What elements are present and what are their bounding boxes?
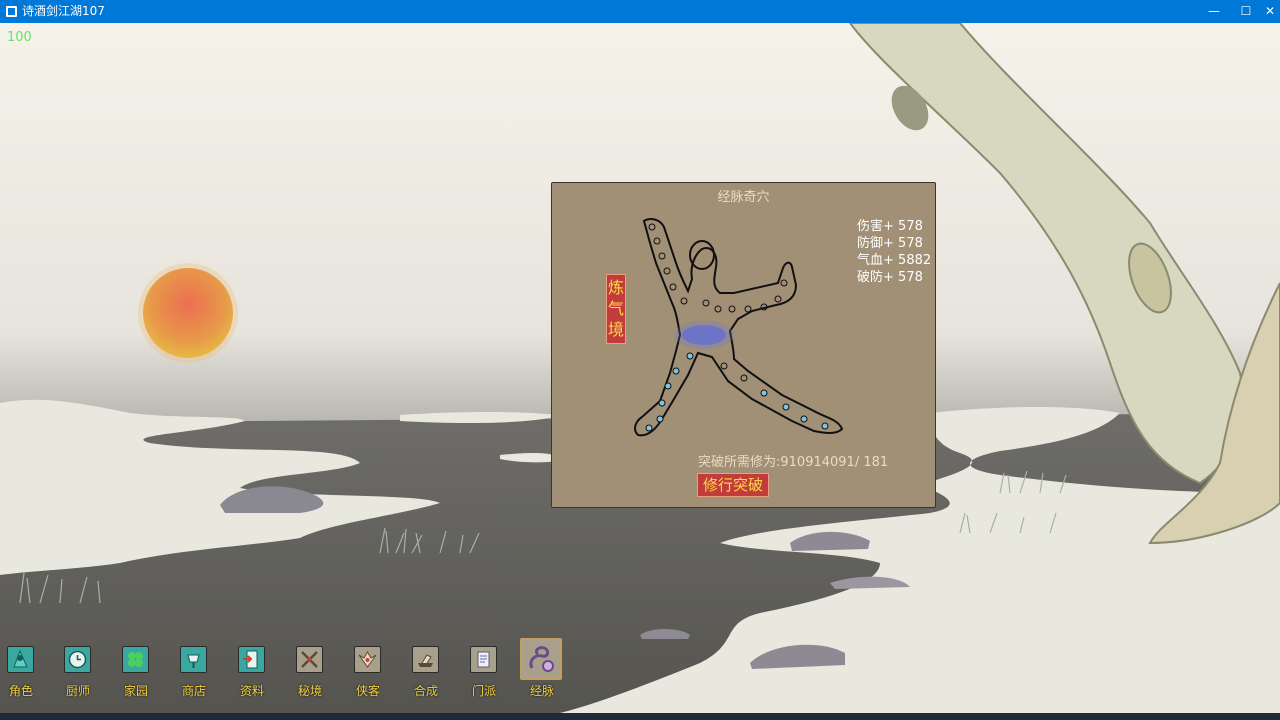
realm-badge: 炼气境 bbox=[606, 274, 626, 344]
crossed-swords-icon bbox=[296, 646, 323, 673]
character-icon bbox=[7, 646, 34, 673]
sun bbox=[143, 268, 233, 358]
hero-emblem-icon bbox=[354, 646, 381, 673]
stat-damage: 伤害+ 578 bbox=[857, 219, 923, 234]
breakthrough-button[interactable]: 修行突破 bbox=[697, 473, 769, 497]
app-icon bbox=[6, 6, 17, 17]
meridian-icon bbox=[520, 638, 562, 680]
head-outline bbox=[689, 240, 715, 270]
body-outline-icon bbox=[634, 218, 844, 437]
toolbar-hero[interactable]: 侠客 bbox=[343, 640, 393, 700]
shop-icon bbox=[180, 646, 207, 673]
toolbar-meridian[interactable]: 经脉 bbox=[517, 638, 567, 700]
clover-icon bbox=[122, 646, 149, 673]
toolbar-shop[interactable]: 商店 bbox=[169, 640, 219, 700]
toolbar-craft[interactable]: 合成 bbox=[401, 640, 451, 700]
stat-list: 伤害+ 578 防御+ 578 气血+ 5882 破防+ 578 bbox=[857, 218, 931, 286]
toolbar-home[interactable]: 家园 bbox=[111, 640, 161, 700]
stat-armor-break: 破防+ 578 bbox=[857, 270, 923, 285]
window-title: 诗酒剑江湖107 bbox=[22, 4, 105, 18]
close-button[interactable]: ✕ bbox=[1252, 0, 1280, 23]
stat-health: 气血+ 5882 bbox=[857, 253, 932, 268]
bottom-toolbar: 角色 厨师 家园 商店 资料 秘境 侠客 合成 门派 经脉 bbox=[0, 638, 1280, 700]
toolbar-character[interactable]: 角色 bbox=[0, 640, 46, 700]
os-taskbar bbox=[0, 713, 1280, 720]
toolbar-chef[interactable]: 厨师 bbox=[53, 640, 103, 700]
forge-icon bbox=[412, 646, 439, 673]
toolbar-sect[interactable]: 门派 bbox=[459, 640, 509, 700]
stat-defense: 防御+ 578 bbox=[857, 236, 923, 251]
breakthrough-requirement: 突破所需修为:910914091/ 181 bbox=[698, 455, 889, 470]
door-icon bbox=[238, 646, 265, 673]
minimize-button[interactable]: — bbox=[1196, 0, 1232, 23]
clock-icon bbox=[64, 646, 91, 673]
fps-counter: 100 bbox=[7, 30, 32, 45]
meridian-dialog: 经脉奇穴 炼气境 伤害+ 578 防御+ 578 气血+ 5882 破防+ 57… bbox=[551, 182, 936, 508]
window-titlebar: 诗酒剑江湖107 — ☐ ✕ bbox=[0, 0, 1280, 23]
scroll-icon bbox=[470, 646, 497, 673]
toolbar-secret-realm[interactable]: 秘境 bbox=[285, 640, 335, 700]
toolbar-data[interactable]: 资料 bbox=[227, 640, 277, 700]
